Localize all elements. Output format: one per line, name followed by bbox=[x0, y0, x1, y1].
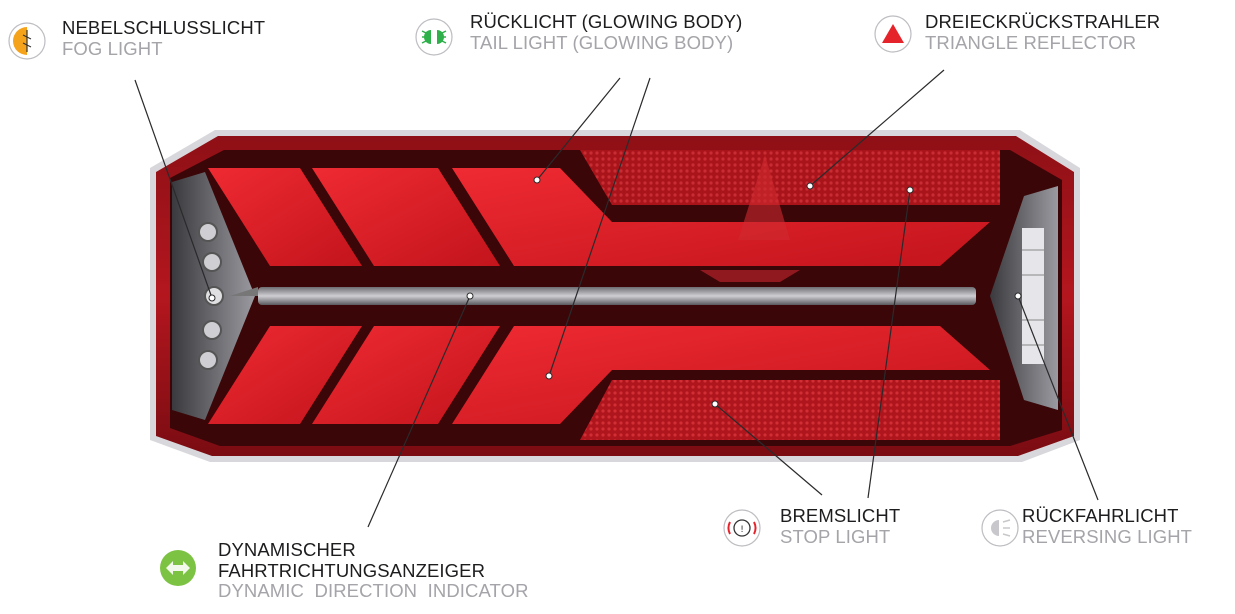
callout-reversing-light: RÜCKFAHRLICHT REVERSING LIGHT bbox=[1022, 505, 1193, 547]
callout-fog-light: NEBELSCHLUSSLICHT FOG LIGHT bbox=[62, 17, 266, 59]
callout-title-line2: FAHRTRICHTUNGSANZEIGER bbox=[218, 559, 486, 581]
callout-stop-light: BREMSLICHT STOP LIGHT bbox=[780, 505, 901, 547]
callout-subtitle: TAIL LIGHT (GLOWING BODY) bbox=[470, 31, 734, 53]
callout-title-line1: DYNAMISCHER bbox=[218, 539, 356, 560]
callout-subtitle: TRIANGLE REFLECTOR bbox=[925, 31, 1137, 53]
fog-light-icon bbox=[8, 22, 46, 60]
callout-subtitle: REVERSING LIGHT bbox=[1022, 525, 1193, 547]
tail-light-icon bbox=[415, 18, 453, 56]
callout-tail-light: RÜCKLICHT (GLOWING BODY) TAIL LIGHT (GLO… bbox=[470, 11, 743, 53]
dynamic-indicator-icon bbox=[160, 550, 196, 586]
callout-subtitle: DYNAMIC DIRECTION INDICATOR bbox=[218, 580, 529, 602]
callout-subtitle: STOP LIGHT bbox=[780, 525, 891, 547]
svg-text:!: ! bbox=[740, 525, 744, 535]
callout-title: DREIECKRÜCKSTRAHLER bbox=[925, 11, 1161, 32]
callout-subtitle: FOG LIGHT bbox=[62, 37, 163, 59]
reversing-light-icon bbox=[981, 509, 1019, 547]
callout-title: RÜCKFAHRLICHT bbox=[1022, 505, 1179, 526]
callout-dynamic-indicator: DYNAMISCHER FAHRTRICHTUNGSANZEIGER DYNAM… bbox=[218, 539, 529, 602]
callout-title: NEBELSCHLUSSLICHT bbox=[62, 17, 266, 38]
callout-title: RÜCKLICHT (GLOWING BODY) bbox=[470, 11, 743, 32]
callout-triangle-reflector: DREIECKRÜCKSTRAHLER TRIANGLE REFLECTOR bbox=[925, 11, 1161, 53]
callout-title: BREMSLICHT bbox=[780, 505, 901, 526]
stop-light-icon: ! bbox=[723, 509, 761, 547]
triangle-reflector-icon bbox=[874, 15, 912, 53]
